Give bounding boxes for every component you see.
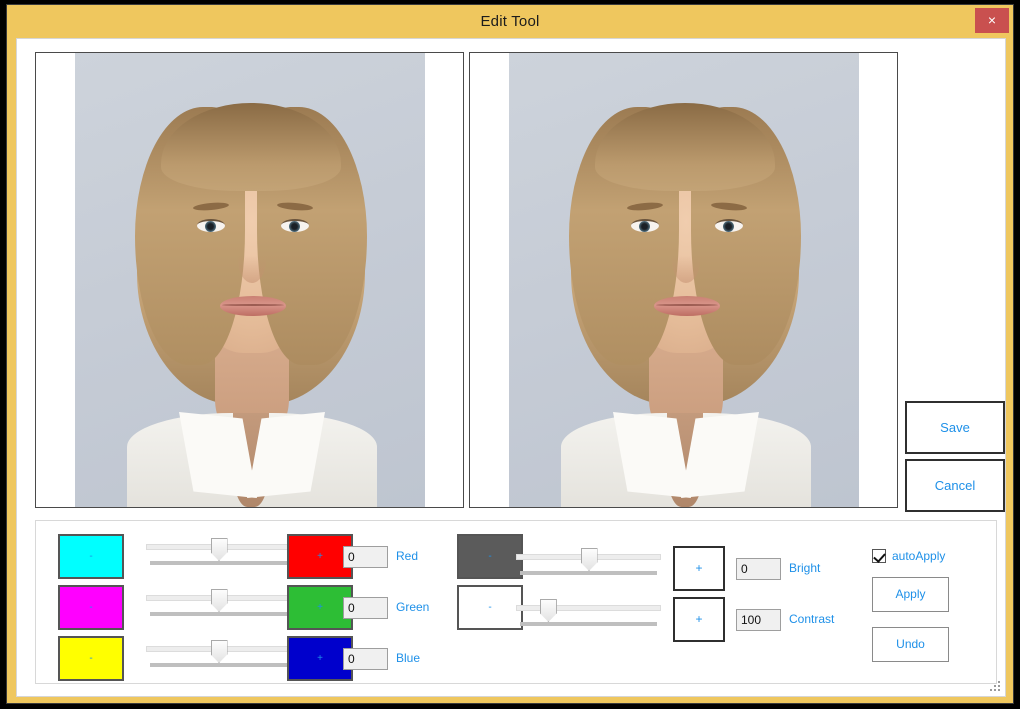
client-area: Save Cancel - - - + + + 0 Red 0 Green 0 … (16, 38, 1006, 697)
cyan-minus-button[interactable]: - (58, 534, 124, 579)
slider-thumb[interactable] (580, 548, 598, 571)
bright-value-input[interactable]: 0 (736, 558, 781, 580)
blue-channel-slider[interactable] (146, 638, 291, 672)
preview-photo (509, 53, 859, 507)
slider-ruler (150, 561, 287, 565)
edit-tool-window: Edit Tool × Save Cancel - - - + + + 0 Re… (6, 4, 1014, 704)
magenta-minus-button[interactable]: - (58, 585, 124, 630)
blue-value-input[interactable]: 0 (343, 648, 388, 670)
controls-panel: - - - + + + 0 Red 0 Green 0 Blue - - + +… (35, 520, 997, 684)
bright-slider[interactable] (516, 546, 661, 580)
yellow-minus-button[interactable]: - (58, 636, 124, 681)
slider-ruler (150, 612, 287, 616)
contrast-plus-button[interactable]: + (673, 597, 725, 642)
slider-thumb[interactable] (210, 538, 228, 561)
preview-image-panel[interactable] (469, 52, 898, 508)
slider-track (516, 605, 661, 611)
bright-plus-button[interactable]: + (673, 546, 725, 591)
slider-ruler (150, 663, 287, 667)
slider-ruler (520, 571, 657, 575)
close-icon[interactable]: × (975, 8, 1009, 33)
contrast-slider[interactable] (516, 597, 661, 631)
window-title: Edit Tool (480, 13, 540, 30)
auto-apply-label: autoApply (892, 549, 946, 563)
cancel-button[interactable]: Cancel (905, 459, 1005, 512)
slider-ruler (520, 622, 657, 626)
darken-button[interactable]: - (457, 534, 523, 579)
contrast-value-input[interactable]: 100 (736, 609, 781, 631)
red-label: Red (396, 549, 419, 563)
slider-thumb[interactable] (210, 640, 228, 663)
green-value-input[interactable]: 0 (343, 597, 388, 619)
resize-grip[interactable] (990, 681, 1002, 693)
green-channel-slider[interactable] (146, 587, 291, 621)
undo-button[interactable]: Undo (872, 627, 949, 662)
auto-apply-checkbox[interactable]: autoApply (872, 549, 945, 563)
contrast-label: Contrast (789, 612, 835, 626)
blue-label: Blue (396, 651, 421, 665)
slider-thumb[interactable] (539, 599, 557, 622)
red-value-input[interactable]: 0 (343, 546, 388, 568)
original-image-panel[interactable] (35, 52, 464, 508)
bright-label: Bright (789, 561, 821, 575)
save-button[interactable]: Save (905, 401, 1005, 454)
green-label: Green (396, 600, 430, 614)
title-bar: Edit Tool × (7, 5, 1013, 38)
apply-button[interactable]: Apply (872, 577, 949, 612)
checkmark-icon (872, 549, 886, 563)
original-photo (75, 53, 425, 507)
slider-thumb[interactable] (210, 589, 228, 612)
red-channel-slider[interactable] (146, 536, 291, 570)
lighten-button[interactable]: - (457, 585, 523, 630)
